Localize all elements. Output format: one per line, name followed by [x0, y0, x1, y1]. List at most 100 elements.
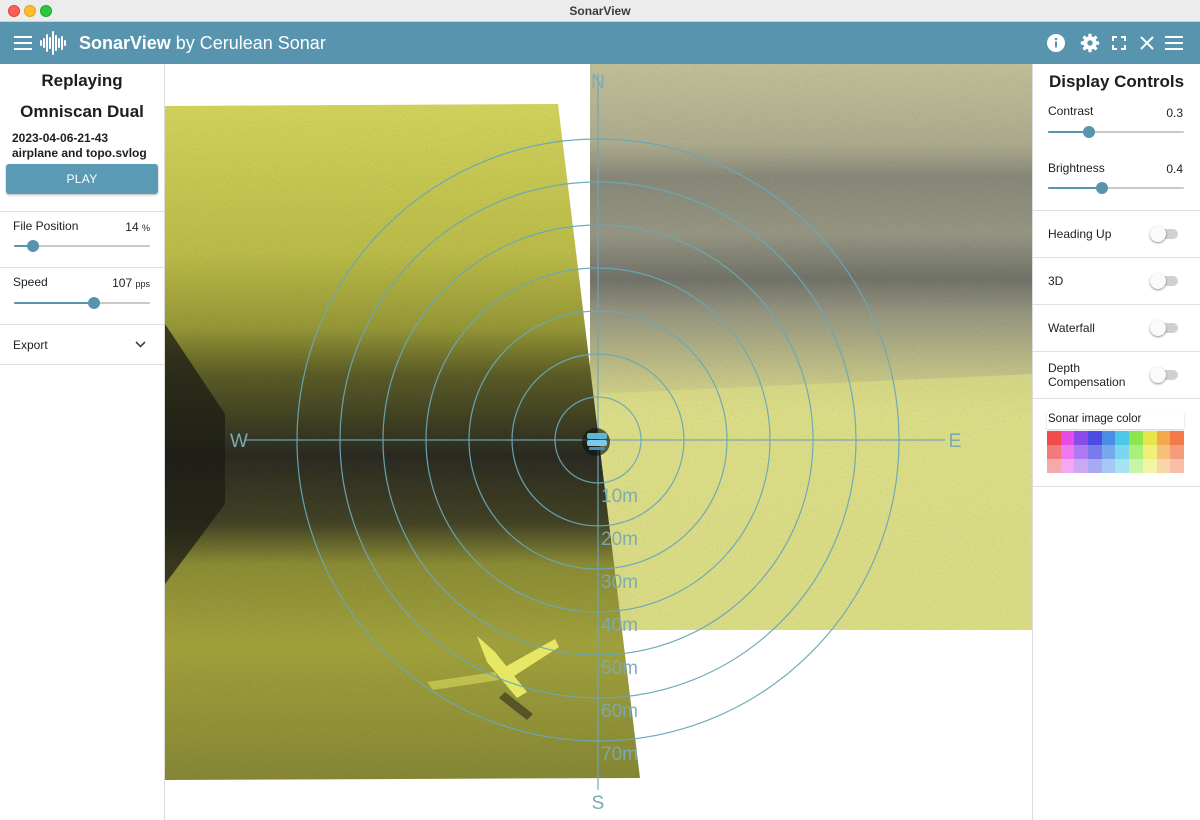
sonar-canvas[interactable]: 10m 20m 30m 40m 50m 60m 70m N S W E — [165, 64, 1032, 820]
file-position-label: File Position — [13, 219, 79, 233]
color-swatch[interactable] — [1088, 445, 1102, 459]
file-position-number: 14 — [125, 220, 139, 234]
app-bar: SonarView by Cerulean Sonar — [0, 22, 1200, 64]
contrast-section: Contrast 0.3 — [1033, 98, 1200, 154]
info-icon — [1047, 34, 1065, 52]
3d-toggle[interactable] — [1150, 273, 1178, 289]
color-swatch[interactable] — [1060, 459, 1075, 473]
speed-value: 107 pps — [112, 276, 150, 290]
color-swatch[interactable] — [1156, 445, 1171, 459]
3d-row[interactable]: 3D — [1033, 257, 1200, 304]
color-swatch[interactable] — [1170, 431, 1184, 445]
slider-thumb[interactable] — [1082, 126, 1095, 138]
depth-compensation-row[interactable]: Depth Compensation — [1033, 351, 1200, 398]
speed-unit: pps — [135, 279, 150, 289]
color-swatch[interactable] — [1156, 431, 1171, 445]
sonar-color-section: Sonar image color — [1033, 398, 1200, 487]
color-swatch[interactable] — [1088, 459, 1102, 473]
gear-icon — [1080, 33, 1100, 53]
speed-section: Speed 107 pps — [0, 267, 164, 324]
waterfall-toggle[interactable] — [1150, 320, 1178, 336]
hamburger-menu-button[interactable] — [10, 30, 36, 56]
sonar-color-label: Sonar image color — [1047, 413, 1184, 429]
export-section[interactable]: Export — [0, 324, 164, 365]
color-swatch[interactable] — [1047, 459, 1061, 473]
settings-button[interactable] — [1077, 30, 1103, 56]
overflow-menu-button[interactable] — [1161, 30, 1187, 56]
heading-up-toggle[interactable] — [1150, 226, 1178, 242]
contrast-label: Contrast — [1048, 104, 1094, 118]
color-swatch[interactable] — [1156, 459, 1171, 473]
menu-icon — [14, 36, 32, 50]
file-position-value: 14 % — [125, 220, 150, 234]
window-titlebar: SonarView — [0, 0, 1200, 22]
color-swatch[interactable] — [1129, 445, 1143, 459]
color-swatch[interactable] — [1142, 445, 1157, 459]
menu-icon — [1165, 36, 1183, 50]
color-swatch[interactable] — [1074, 431, 1089, 445]
color-swatch[interactable] — [1115, 459, 1130, 473]
export-label: Export — [13, 338, 48, 352]
contrast-slider[interactable] — [1048, 126, 1184, 138]
color-swatch[interactable] — [1170, 445, 1184, 459]
file-position-unit: % — [141, 223, 150, 233]
replay-status: Replaying — [41, 71, 123, 90]
speed-number: 107 — [112, 276, 133, 290]
boat-icon — [582, 428, 610, 456]
depth-compensation-label: Depth Compensation — [1048, 361, 1126, 389]
3d-label: 3D — [1048, 274, 1064, 288]
replay-panel: Replaying Omniscan Dual 2023-04-06-21-43… — [0, 64, 165, 820]
range-label: 50m — [601, 658, 638, 679]
brightness-label: Brightness — [1048, 161, 1105, 175]
sonar-color-picker[interactable]: Sonar image color — [1047, 413, 1184, 475]
color-swatch[interactable] — [1101, 459, 1116, 473]
color-swatch[interactable] — [1047, 445, 1061, 459]
color-swatch[interactable] — [1115, 445, 1130, 459]
range-label: 60m — [601, 701, 638, 722]
color-swatch[interactable] — [1088, 431, 1102, 445]
play-button[interactable]: PLAY — [6, 164, 158, 194]
close-button[interactable] — [1134, 30, 1160, 56]
waterfall-row[interactable]: Waterfall — [1033, 304, 1200, 351]
color-swatch[interactable] — [1074, 445, 1089, 459]
file-position-slider[interactable] — [14, 240, 150, 252]
color-swatch[interactable] — [1047, 431, 1061, 445]
color-swatch-grid[interactable] — [1047, 431, 1184, 473]
color-swatch[interactable] — [1115, 431, 1130, 445]
heading-up-label: Heading Up — [1048, 227, 1112, 241]
color-swatch[interactable] — [1060, 431, 1075, 445]
color-swatch[interactable] — [1129, 459, 1143, 473]
device-name: Omniscan Dual — [20, 102, 144, 121]
depth-compensation-toggle[interactable] — [1150, 367, 1178, 383]
color-swatch[interactable] — [1060, 445, 1075, 459]
sonar-view[interactable]: 10m 20m 30m 40m 50m 60m 70m N S W E — [165, 64, 1032, 820]
brightness-value: 0.4 — [1166, 162, 1183, 176]
sound-wave-icon — [40, 31, 66, 55]
color-swatch[interactable] — [1101, 431, 1116, 445]
chevron-down-icon — [135, 341, 146, 348]
slider-thumb[interactable] — [88, 297, 101, 309]
color-swatch[interactable] — [1074, 459, 1089, 473]
color-swatch[interactable] — [1142, 459, 1157, 473]
slider-thumb[interactable] — [27, 240, 40, 252]
fullscreen-icon — [1112, 36, 1126, 50]
sonar-nearfield — [597, 374, 1032, 630]
color-swatch[interactable] — [1170, 459, 1184, 473]
contrast-value: 0.3 — [1166, 106, 1183, 120]
heading-up-row[interactable]: Heading Up — [1033, 210, 1200, 257]
slider-thumb[interactable] — [1096, 182, 1109, 194]
range-label: 40m — [601, 615, 638, 636]
compass-south-label: S — [592, 793, 605, 814]
color-swatch[interactable] — [1101, 445, 1116, 459]
close-icon — [1140, 36, 1154, 50]
info-button[interactable] — [1043, 30, 1069, 56]
color-swatch[interactable] — [1142, 431, 1157, 445]
file-position-section: File Position 14 % — [0, 211, 164, 267]
color-swatch[interactable] — [1129, 431, 1143, 445]
brightness-slider[interactable] — [1048, 182, 1184, 194]
compass-east-label: E — [949, 431, 962, 452]
app-title-brand: SonarView — [79, 33, 171, 53]
speed-slider[interactable] — [14, 297, 150, 309]
logo — [38, 30, 68, 56]
fullscreen-button[interactable] — [1106, 30, 1132, 56]
